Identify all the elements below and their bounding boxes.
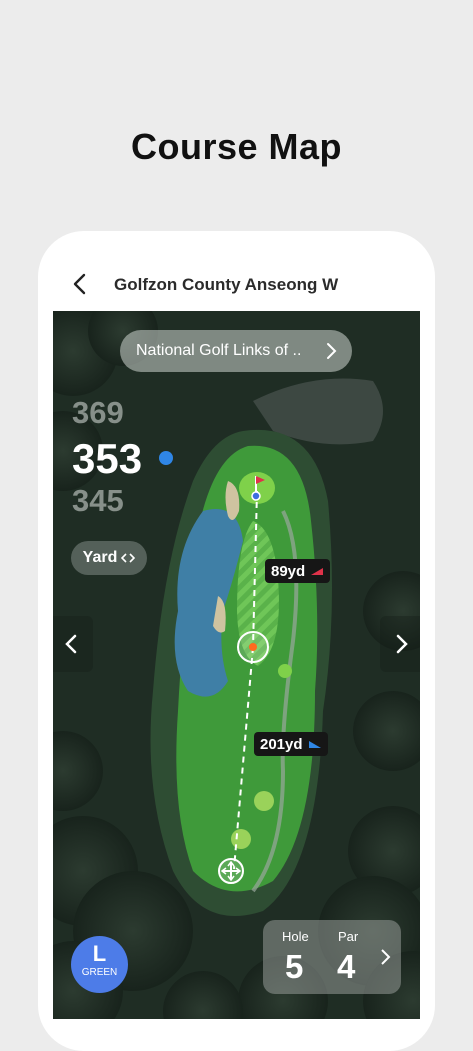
- distance-from-tee-text: 201yd: [260, 735, 303, 753]
- hole-map[interactable]: National Golf Links of .. 369 353 345 Ya…: [53, 311, 420, 1019]
- chevron-right-icon: [396, 634, 408, 654]
- tree: [254, 791, 274, 811]
- hole-info-panel[interactable]: Hole 5 Par 4: [263, 920, 401, 994]
- previous-hole-button[interactable]: [53, 616, 93, 672]
- unit-toggle-button[interactable]: Yard: [71, 541, 147, 575]
- target-icon: [237, 631, 269, 663]
- distance-center: 353: [72, 435, 143, 482]
- course-selector-label: National Golf Links of ..: [136, 342, 302, 359]
- course-name: Golfzon County Anseong W: [114, 275, 339, 294]
- par-label: Par: [338, 929, 359, 944]
- chevron-right-icon: [327, 343, 337, 359]
- tree: [231, 829, 251, 849]
- distance-to-green-label: 89yd: [265, 559, 331, 583]
- distance-front: 345: [72, 483, 124, 518]
- slope-up-icon: [308, 741, 321, 748]
- hole-number: 5: [285, 948, 304, 985]
- top-bar: Golfzon County Anseong W: [38, 231, 435, 311]
- back-arrow-icon[interactable]: [68, 271, 94, 297]
- tree: [278, 664, 292, 678]
- chevron-right-icon: [381, 949, 391, 965]
- page-title: Course Map: [130, 126, 343, 167]
- swap-icon: [121, 553, 136, 563]
- phone-frame: Golfzon County Anseong W National Golf L…: [38, 231, 435, 1051]
- distance-back: 369: [72, 395, 124, 430]
- slope-icon: [159, 451, 173, 465]
- hole-label: Hole: [282, 929, 309, 944]
- chevron-left-icon: [65, 634, 77, 654]
- distance-to-green-text: 89yd: [271, 562, 306, 580]
- unit-label: Yard: [82, 549, 118, 566]
- green-label: GREEN: [81, 967, 118, 978]
- next-hole-button[interactable]: [380, 616, 420, 672]
- green-toggle-button[interactable]: L GREEN: [71, 936, 128, 993]
- green-letter: L: [92, 941, 107, 966]
- course-selector-button[interactable]: National Golf Links of ..: [120, 330, 352, 372]
- tee-marker-icon: [218, 858, 244, 884]
- distance-from-tee-label: 201yd: [254, 732, 328, 756]
- par-number: 4: [337, 948, 356, 985]
- slope-down-icon: [311, 568, 324, 575]
